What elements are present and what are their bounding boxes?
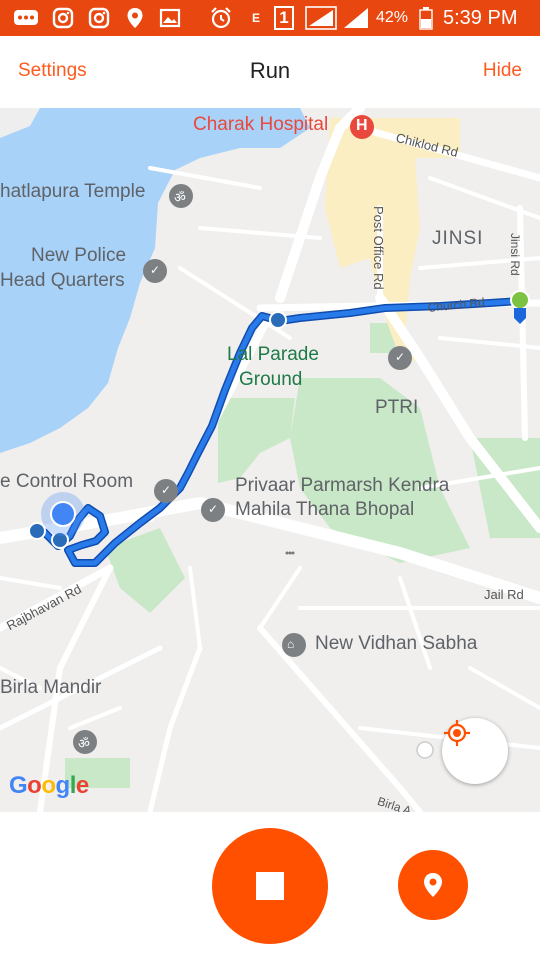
my-location-button[interactable] <box>442 718 508 784</box>
hide-button[interactable]: Hide <box>483 60 522 82</box>
instagram-icon <box>86 6 112 30</box>
location-pin-icon <box>424 873 442 897</box>
google-logo: Google <box>9 772 89 799</box>
message-icon <box>12 6 40 30</box>
temple-icon: ॐ <box>78 736 90 751</box>
police-icon: ✓ <box>208 502 219 516</box>
map-road-label: Jail Rd <box>484 587 524 602</box>
map-label: e Control Room <box>0 471 134 492</box>
crosshair-icon <box>444 720 470 746</box>
top-bar: Settings Run Hide <box>0 36 540 108</box>
signal-icon <box>304 6 338 30</box>
school-icon: ✓ <box>395 350 406 364</box>
sim-icon: 1 <box>272 6 296 30</box>
add-marker-button[interactable] <box>398 850 468 920</box>
map-label: Ground <box>239 369 303 390</box>
clock: 5:39 PM <box>443 7 518 29</box>
map-label: Mahila Thana Bhopal <box>235 499 415 520</box>
location-icon <box>124 6 146 30</box>
status-bar: E 1 42% 5:39 PM <box>0 0 540 36</box>
map-label: hatlapura Temple <box>0 181 146 202</box>
map-road-label: Jinsi Rd <box>508 233 522 276</box>
museum-icon: ⌂ <box>287 637 295 651</box>
gallery-icon <box>158 6 182 30</box>
page-title: Run <box>249 58 291 83</box>
stop-button[interactable] <box>212 828 328 944</box>
map-canvas <box>0 108 540 812</box>
map-road-label: Post Office Rd <box>371 206 386 290</box>
bottom-controls <box>0 812 540 960</box>
map-label: Lal Parade <box>227 344 319 365</box>
battery-percent: 42% <box>376 9 409 26</box>
alarm-icon <box>208 6 234 30</box>
map-label: New Vidhan Sabha <box>315 633 478 654</box>
stop-icon <box>256 872 284 900</box>
map-label: PTRI <box>375 397 419 418</box>
map-label: Birla Mandir <box>0 677 102 698</box>
instagram-icon <box>50 6 76 30</box>
hospital-icon: H <box>356 117 368 134</box>
map-label: New Police <box>31 245 127 266</box>
network-type-icon: E <box>251 11 260 25</box>
map-label: Charak Hospital <box>193 114 329 135</box>
police-icon: ✓ <box>150 263 161 277</box>
temple-icon: ॐ <box>174 190 186 205</box>
map-label: Privaar Parmarsh Kendra <box>235 475 450 496</box>
map-label: JINSI <box>432 228 484 249</box>
signal-icon <box>342 6 370 30</box>
police-icon: ✓ <box>161 483 172 497</box>
map-label: Head Quarters <box>0 270 125 291</box>
battery-icon <box>418 6 434 30</box>
map-view[interactable]: H ॐ ॐ ✓ ✓ ✓ ✓ ⌂ Charak Hospital Chiklod … <box>0 108 540 812</box>
